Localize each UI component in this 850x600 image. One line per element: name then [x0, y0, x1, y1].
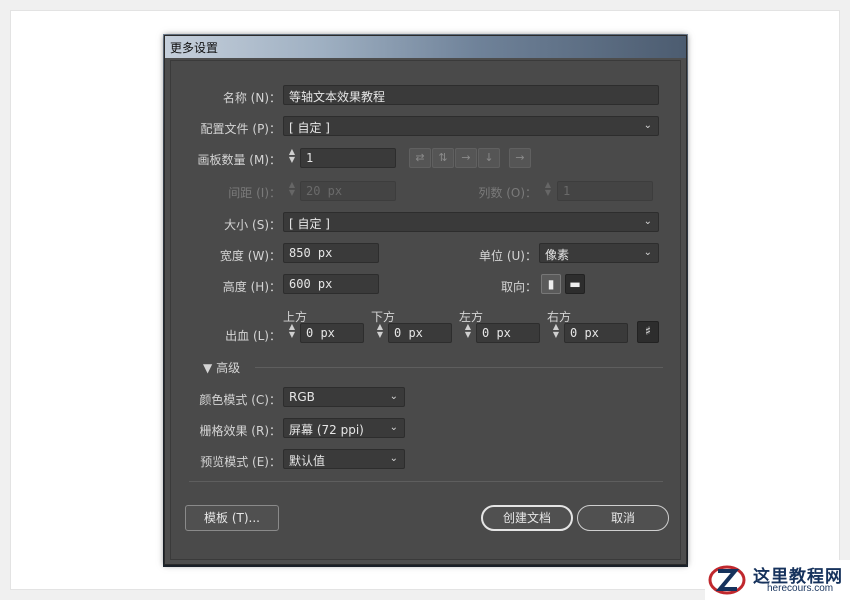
columns-stepper[interactable]: ▲ ▼	[541, 181, 555, 201]
preview-mode-label: 预览模式 (E)：	[200, 455, 281, 469]
units-select[interactable]: 像素 ⌄	[539, 243, 659, 263]
artboards-label: 画板数量 (M)：	[197, 153, 281, 167]
name-input[interactable]: 等轴文本效果教程	[283, 85, 659, 105]
artboards-stepper[interactable]: ▲ ▼	[285, 148, 299, 168]
size-select[interactable]: [ 自定 ] ⌄	[283, 212, 659, 232]
preview-mode-select[interactable]: 默认值 ⌄	[283, 449, 405, 469]
profile-value: [ 自定 ]	[289, 121, 330, 135]
bleed-left-stepper[interactable]: ▲ ▼	[461, 323, 475, 343]
landscape-icon[interactable]: ▬	[565, 274, 585, 294]
bleed-label: 出血 (L)：	[225, 329, 281, 343]
spacing-input[interactable]: 20 px	[300, 181, 396, 201]
watermark-logo: 这里教程网 herecours.com	[705, 560, 850, 600]
arrange-by-row-icon[interactable]: →	[455, 148, 477, 168]
chevron-down-icon: ⌄	[643, 216, 652, 227]
chevron-down-icon: ⌄	[389, 422, 398, 433]
raster-effects-label: 栅格效果 (R)：	[199, 424, 281, 438]
raster-effects-select[interactable]: 屏幕 (72 ppi) ⌄	[283, 418, 405, 438]
dialog-title: 更多设置	[170, 41, 219, 55]
color-mode-select[interactable]: RGB ⌄	[283, 387, 405, 407]
height-label: 高度 (H)：	[222, 280, 281, 294]
bleed-bottom-input[interactable]: 0 px	[388, 323, 452, 343]
width-input[interactable]: 850 px	[283, 243, 379, 263]
orientation-label: 取向：	[500, 280, 537, 294]
bleed-top-input[interactable]: 0 px	[300, 323, 364, 343]
spacing-label: 间距 (I)：	[228, 186, 281, 200]
advanced-divider	[255, 367, 663, 368]
bleed-right-stepper[interactable]: ▲ ▼	[549, 323, 563, 343]
cancel-button[interactable]: 取消	[577, 505, 669, 531]
columns-label: 列数 (O)：	[478, 186, 537, 200]
dialog-titlebar[interactable]: 更多设置	[165, 36, 686, 58]
profile-label: 配置文件 (P)：	[200, 122, 281, 136]
chevron-down-icon: ⌄	[389, 453, 398, 464]
templates-button[interactable]: 模板 (T)...	[185, 505, 279, 531]
bleed-right-input[interactable]: 0 px	[564, 323, 628, 343]
columns-input[interactable]: 1	[557, 181, 653, 201]
grid-by-row-icon[interactable]: ⇄	[409, 148, 431, 168]
link-chain-icon[interactable]: ♯	[637, 321, 659, 343]
more-settings-dialog: 更多设置 名称 (N)： 等轴文本效果教程 配置文件 (P)： [ 自定 ] ⌄…	[164, 35, 687, 565]
portrait-icon[interactable]: ▮	[541, 274, 561, 294]
size-label: 大小 (S)：	[224, 218, 281, 232]
triangle-down-icon: ▼	[203, 361, 213, 375]
profile-select[interactable]: [ 自定 ] ⌄	[283, 116, 659, 136]
bleed-bottom-stepper[interactable]: ▲ ▼	[373, 323, 387, 343]
grid-by-column-icon[interactable]: ⇅	[432, 148, 454, 168]
bleed-left-input[interactable]: 0 px	[476, 323, 540, 343]
advanced-toggle[interactable]: ▼ 高级	[203, 359, 240, 376]
logo-mark-icon	[708, 565, 746, 595]
height-input[interactable]: 600 px	[283, 274, 379, 294]
units-label: 单位 (U)：	[479, 249, 537, 263]
chevron-down-icon: ⌄	[643, 247, 652, 258]
name-label: 名称 (N)：	[222, 91, 281, 105]
artboards-input[interactable]: 1	[300, 148, 396, 168]
bleed-top-stepper[interactable]: ▲ ▼	[285, 323, 299, 343]
chevron-down-icon: ⌄	[643, 120, 652, 131]
arrange-by-column-icon[interactable]: ↓	[478, 148, 500, 168]
size-value: [ 自定 ]	[289, 217, 330, 231]
settings-panel: 名称 (N)： 等轴文本效果教程 配置文件 (P)： [ 自定 ] ⌄ 画板数量…	[170, 60, 681, 560]
width-label: 宽度 (W)：	[219, 249, 281, 263]
watermark-text-en: herecours.com	[767, 583, 834, 594]
units-value: 像素	[545, 248, 570, 262]
create-document-button[interactable]: 创建文档	[481, 505, 573, 531]
chevron-down-icon: ⌄	[389, 391, 398, 402]
color-mode-label: 颜色模式 (C)：	[199, 393, 281, 407]
spacing-stepper[interactable]: ▲ ▼	[285, 181, 299, 201]
right-to-left-icon[interactable]: →	[509, 148, 531, 168]
bottom-divider	[189, 481, 663, 482]
